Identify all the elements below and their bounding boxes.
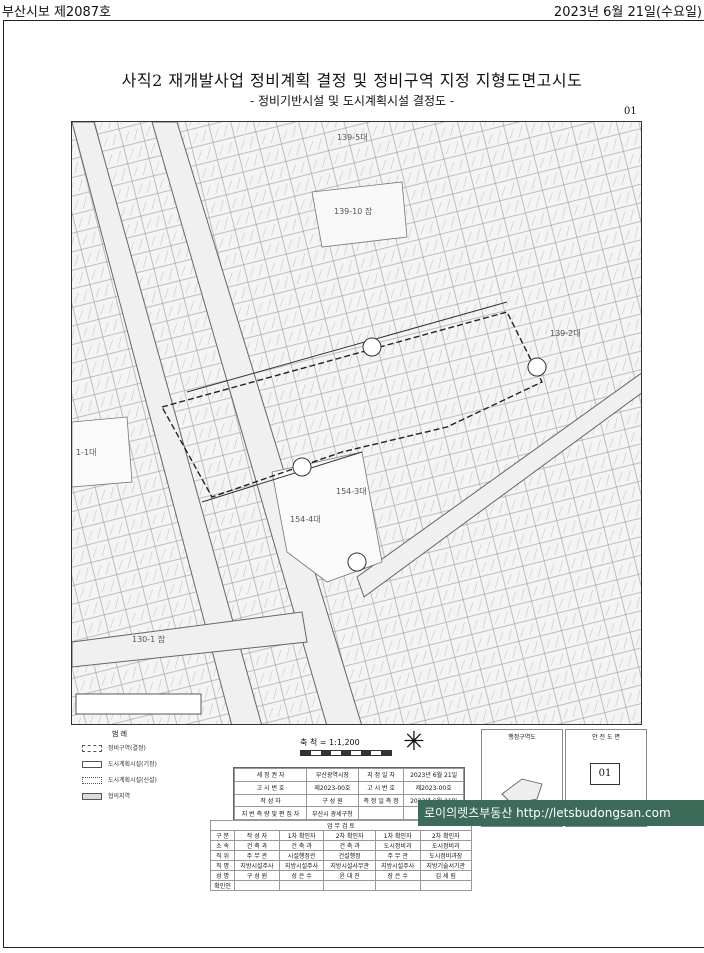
page-header: 부산시보 제2087호 2023년 6월 21일(수요일) [0, 0, 704, 20]
publication-date: 2023년 6월 21일(수요일) [553, 5, 702, 20]
legend-item: 도시계획시설(신설) [82, 775, 157, 784]
block-label-1-1: 1-1대 [76, 448, 96, 457]
approval-table: 업 무 검 토 구 분작 성 자 1차 확인자 2차 확인자 1차 확인자 2차 확인자… [209, 820, 472, 891]
block-label-154-4: 154-4대 [290, 515, 321, 524]
block-label-154-3: 154-3대 [336, 487, 367, 496]
legend-item: 협의지역 [82, 791, 130, 800]
cadastral-map: 139-5대 139-10 잡 139-2대 154-3대 154-4대 130… [71, 121, 642, 725]
map-drawing: 139-5대 139-10 잡 139-2대 154-3대 154-4대 130… [72, 122, 641, 724]
publication-number: 부산시보 제2087호 [2, 5, 111, 20]
legend-title: 범 례 [112, 730, 128, 738]
document-title: 사직2 재개발사업 정비계획 결정 및 정비구역 지정 지형도면고시도 [121, 71, 583, 90]
map-legend: 범 례 정비구역(결정) 도시계획시설(기정) 도시계획시설(신설) 협의지역 [72, 729, 202, 839]
block-label-130-1: 130-1 잡 [132, 634, 166, 644]
map-scale: 축 척 = 1:1,200 [300, 737, 392, 756]
sheet-number: 01 [590, 763, 620, 785]
legend-item: 정비구역(결정) [82, 743, 146, 752]
block-label-139-5: 139-5대 [337, 133, 368, 142]
watermark-banner: 로이의렛츠부동산 http://letsbudongsan.com [418, 800, 704, 826]
document-subtitle: - 정비기반시설 및 도시계획시설 결정도 - [250, 94, 454, 108]
block-label-139-2: 139-2대 [550, 329, 581, 338]
block-label-139-10: 139-10 잡 [334, 206, 373, 216]
legend-item: 도시계획시설(기정) [82, 759, 157, 768]
page-number: 01 [624, 106, 637, 117]
north-arrow-icon: ✳ [403, 727, 425, 757]
